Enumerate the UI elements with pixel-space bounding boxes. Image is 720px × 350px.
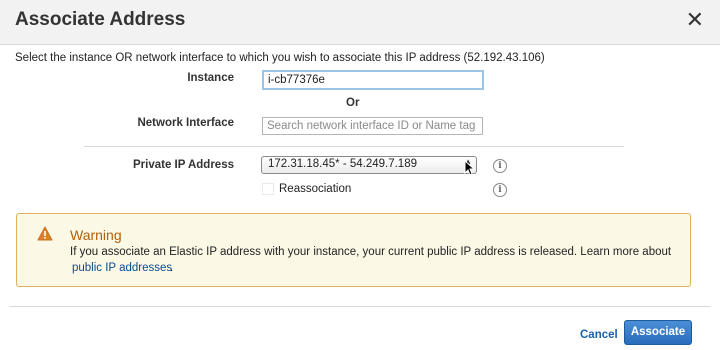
private-ip-select[interactable]: 172.31.18.45* - 54.249.7.189 ▲▼ (261, 156, 477, 174)
warning-box: Warning If you associate an Elastic IP a… (16, 213, 691, 287)
instance-label: Instance (187, 72, 234, 84)
private-ip-info-icon[interactable]: i (493, 159, 507, 173)
warning-triangle-icon (37, 226, 53, 241)
mouse-cursor-icon (464, 160, 476, 176)
private-ip-selected-value: 172.31.18.45* - 54.249.7.189 (268, 158, 417, 170)
private-ip-label: Private IP Address (133, 159, 234, 171)
close-icon[interactable]: ✕ (686, 9, 704, 31)
reassociation-label: Reassociation (279, 183, 352, 195)
or-label: Or (346, 97, 360, 109)
dialog-header: Associate Address ✕ (0, 0, 720, 45)
form-divider (84, 146, 624, 147)
associate-button[interactable]: Associate (624, 320, 692, 345)
footer-divider (10, 306, 710, 307)
public-ip-addresses-link[interactable]: public IP addresses (72, 262, 172, 274)
instance-input[interactable] (262, 70, 484, 90)
network-interface-search-input[interactable] (262, 117, 483, 135)
cancel-button[interactable]: Cancel (580, 329, 618, 341)
warning-title: Warning (70, 227, 122, 243)
network-interface-label: Network Interface (137, 117, 234, 129)
dialog-title: Associate Address (15, 9, 186, 30)
reassociation-checkbox[interactable] (262, 183, 274, 195)
reassociation-info-icon[interactable]: i (493, 183, 507, 197)
warning-link-suffix: . (170, 262, 174, 274)
warning-text: If you associate an Elastic IP address w… (70, 246, 672, 258)
dialog-intro-text: Select the instance OR network interface… (15, 52, 545, 64)
